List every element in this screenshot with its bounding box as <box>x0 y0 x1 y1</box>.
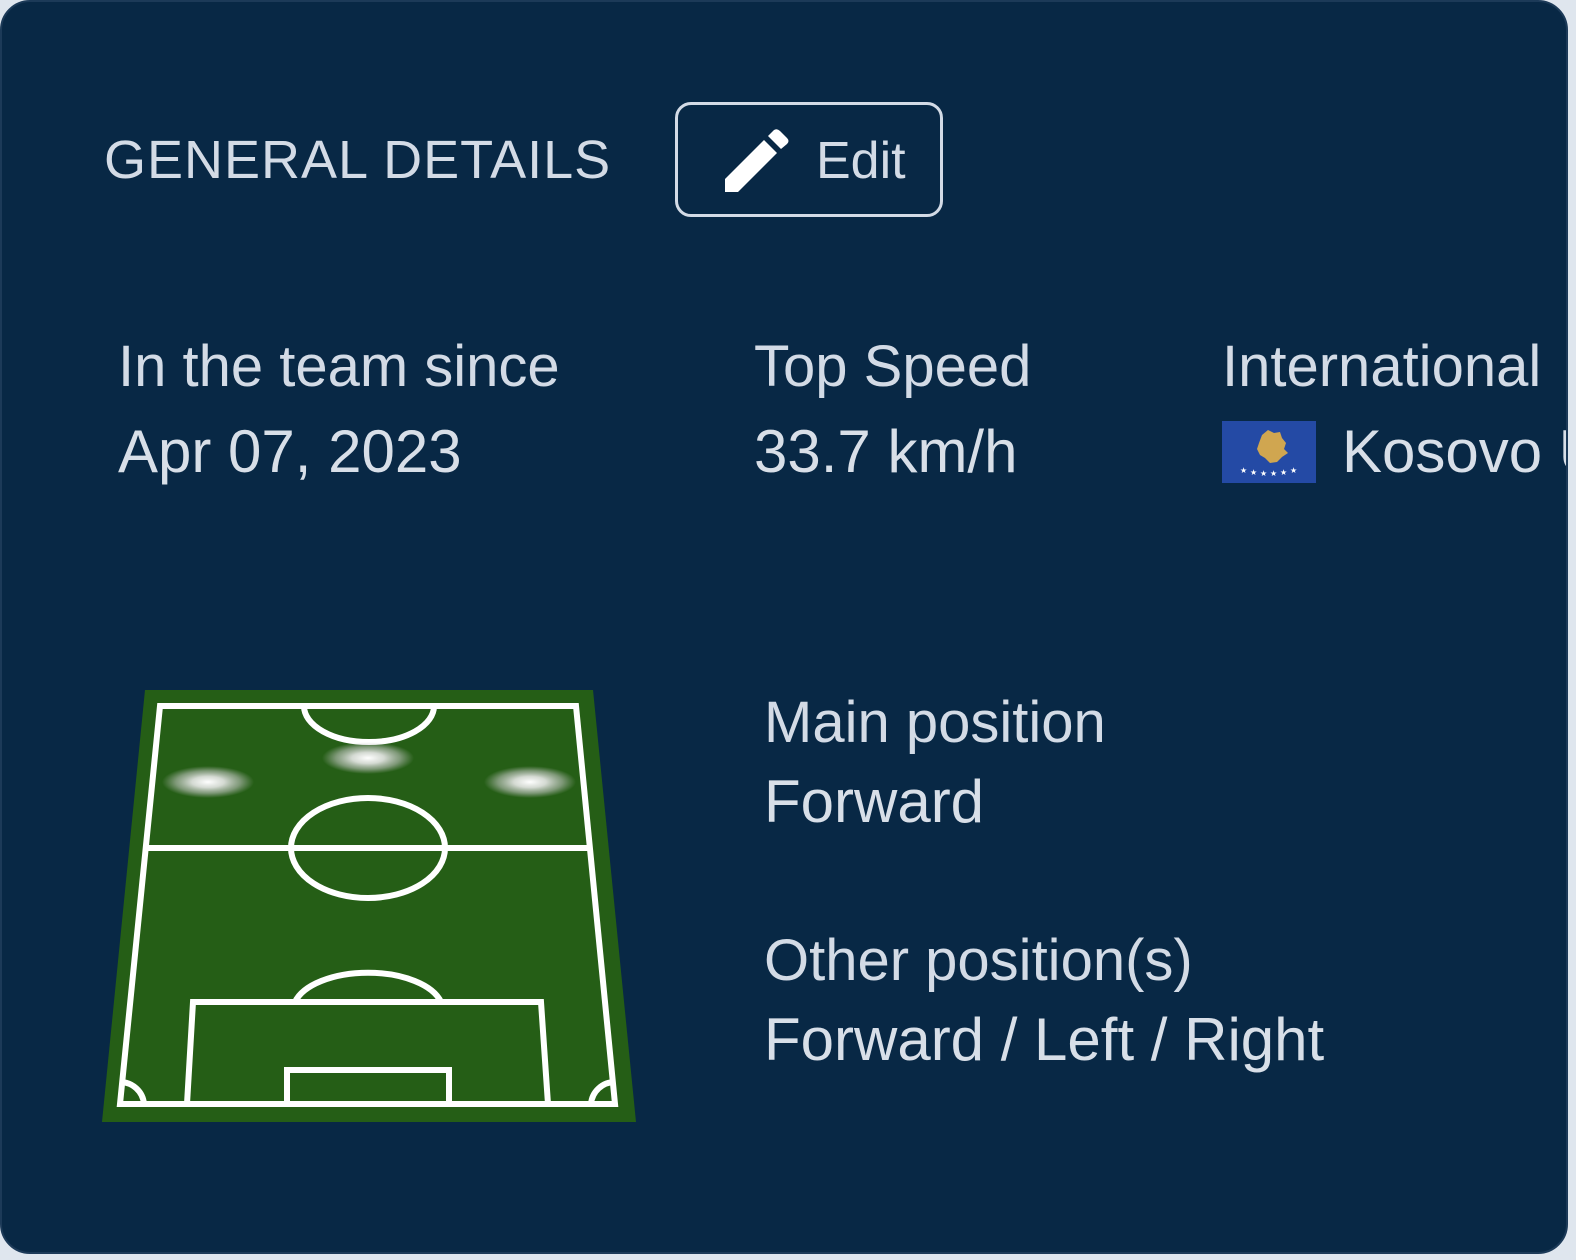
edit-button-label: Edit <box>816 132 906 190</box>
other-positions-label: Other position(s) <box>764 928 1193 993</box>
general-details-card: GENERAL DETAILS Edit In the team since A… <box>0 0 1568 1254</box>
left-forward-spot <box>162 766 254 798</box>
top-speed-value: 33.7 km/h <box>754 418 1018 485</box>
international-value: Kosovo U <box>1342 418 1566 485</box>
svg-text:★: ★ <box>1290 466 1297 475</box>
top-speed-stat: Top Speed 33.7 km/h <box>754 332 1031 488</box>
international-value-row: ★ ★ ★ ★ ★ ★ Kosovo U <box>1222 416 1566 488</box>
pitch-diagram <box>102 690 636 1122</box>
team-since-stat: In the team since Apr 07, 2023 <box>118 332 560 488</box>
svg-text:★: ★ <box>1260 469 1267 478</box>
main-position-value: Forward <box>764 768 985 835</box>
kosovo-flag-icon: ★ ★ ★ ★ ★ ★ <box>1222 421 1316 484</box>
other-positions: Other position(s) Forward / Left / Right <box>764 926 1324 1076</box>
other-positions-value: Forward / Left / Right <box>764 1006 1325 1073</box>
international-label: International <box>1222 334 1542 399</box>
top-speed-label: Top Speed <box>754 334 1032 399</box>
center-forward-spot <box>322 742 414 774</box>
pencil-icon <box>725 129 789 192</box>
svg-text:★: ★ <box>1240 466 1247 475</box>
international-stat: International ★ ★ ★ ★ ★ ★ Kosovo U <box>1222 332 1566 488</box>
svg-text:★: ★ <box>1270 469 1277 478</box>
section-title: GENERAL DETAILS <box>104 130 612 190</box>
right-forward-spot <box>484 766 576 798</box>
team-since-value: Apr 07, 2023 <box>118 418 462 485</box>
main-position-label: Main position <box>764 690 1106 755</box>
edit-button[interactable]: Edit <box>675 102 943 217</box>
svg-text:★: ★ <box>1280 468 1287 477</box>
main-position: Main position Forward <box>764 688 1106 838</box>
svg-text:★: ★ <box>1250 468 1257 477</box>
team-since-label: In the team since <box>118 334 560 399</box>
